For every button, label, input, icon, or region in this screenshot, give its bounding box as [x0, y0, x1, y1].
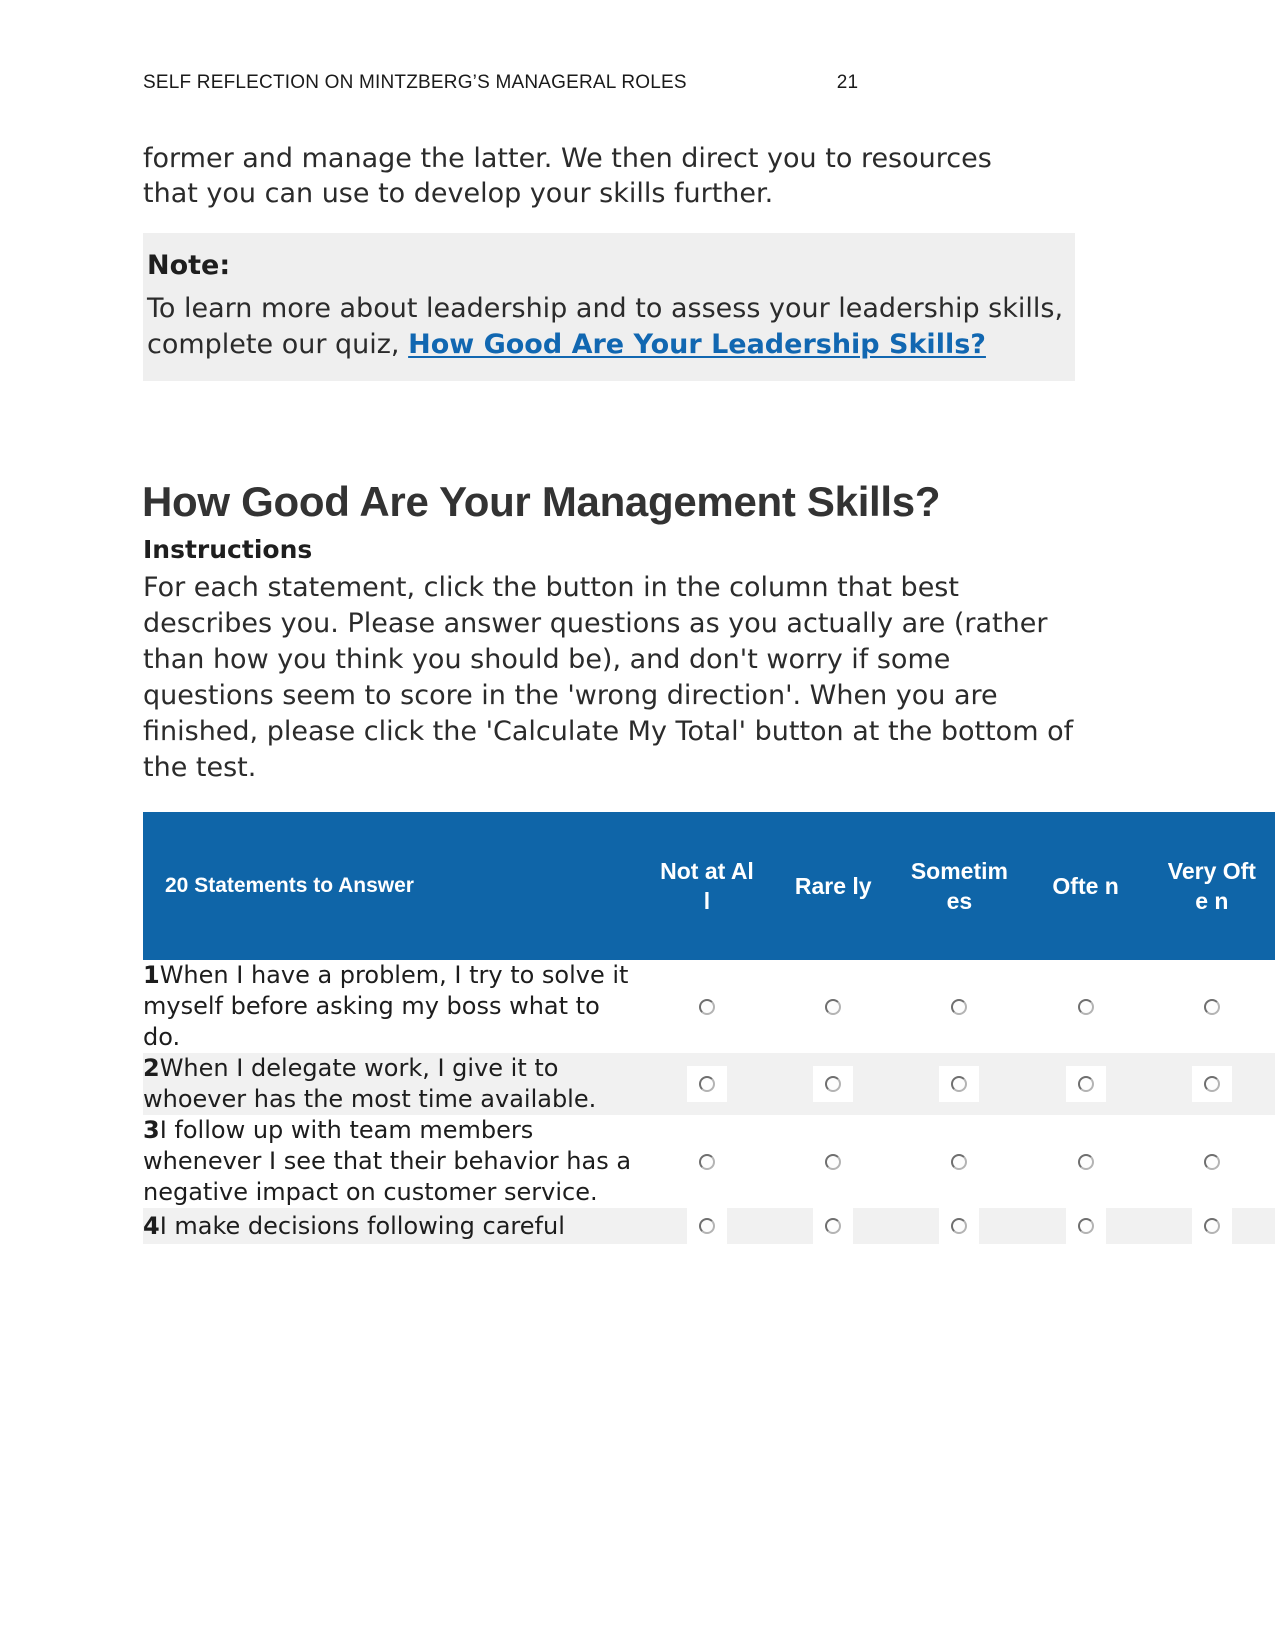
radio-button-icon[interactable]: [951, 1076, 968, 1092]
radio-cell-rarely[interactable]: [770, 960, 897, 1053]
radio-frame: [939, 1144, 979, 1180]
column-header-statements: 20 Statements to Answer: [143, 812, 644, 960]
statement-text: I make decisions following careful: [159, 1211, 565, 1240]
radio-cell-rarely[interactable]: [770, 1053, 897, 1115]
radio-frame: [1192, 1144, 1232, 1180]
page-number: 21: [836, 72, 859, 93]
radio-cell-not-at-all[interactable]: [643, 1208, 771, 1244]
quiz-header-row: 20 Statements to Answer Not at All Rare …: [143, 812, 1275, 960]
radio-button-icon[interactable]: [1203, 1218, 1220, 1234]
statement-number: 2: [143, 1054, 160, 1082]
statement-number: 3: [143, 1116, 160, 1144]
radio-cell-often[interactable]: [1022, 960, 1149, 1053]
radio-frame: [939, 1208, 980, 1244]
radio-frame: [1065, 1066, 1106, 1102]
radio-button-icon[interactable]: [1077, 1153, 1094, 1170]
column-header-often: Ofte n: [1022, 812, 1149, 960]
radio-frame: [687, 1144, 727, 1180]
radio-button-icon[interactable]: [1077, 998, 1094, 1015]
statement-text: I follow up with team members whenever I…: [143, 1116, 632, 1206]
table-row: 3I follow up with team members whenever …: [143, 1115, 1275, 1208]
statement-text: When I delegate work, I give it to whoev…: [143, 1054, 597, 1113]
statement-cell: 2When I delegate work, I give it to whoe…: [143, 1053, 644, 1115]
instructions-title: Instructions: [143, 535, 313, 564]
note-callout: Note: To learn more about leadership and…: [143, 233, 1075, 381]
radio-frame: [813, 1066, 854, 1102]
radio-frame: [1066, 989, 1106, 1025]
radio-frame: [686, 1208, 727, 1244]
radio-button-icon[interactable]: [951, 998, 968, 1015]
radio-cell-not-at-all[interactable]: [643, 1053, 771, 1115]
radio-button-icon[interactable]: [698, 998, 715, 1015]
radio-frame: [1065, 1208, 1106, 1244]
instructions-body: For each statement, click the button in …: [143, 572, 1074, 783]
table-row: 1When I have a problem, I try to solve i…: [143, 960, 1275, 1053]
statement-cell: 4I make decisions following careful: [143, 1208, 644, 1244]
radio-button-icon[interactable]: [825, 998, 842, 1015]
radio-cell-sometimes[interactable]: [896, 1115, 1023, 1208]
page-title: How Good Are Your Management Skills?: [142, 478, 941, 526]
radio-frame: [687, 989, 727, 1025]
radio-cell-sometimes[interactable]: [896, 1208, 1023, 1244]
note-text: To learn more about leadership and to as…: [143, 285, 1075, 363]
note-title: Note:: [147, 250, 231, 281]
radio-cell-not-at-all[interactable]: [643, 960, 771, 1053]
radio-frame: [686, 1066, 727, 1102]
radio-button-icon[interactable]: [698, 1218, 715, 1234]
radio-frame: [813, 989, 853, 1025]
radio-button-icon[interactable]: [1203, 1076, 1220, 1092]
statement-number: 1: [143, 961, 160, 989]
radio-frame: [1191, 1066, 1232, 1102]
statement-cell: 1When I have a problem, I try to solve i…: [143, 960, 644, 1053]
radio-cell-sometimes[interactable]: [896, 960, 1023, 1053]
radio-cell-rarely[interactable]: [770, 1115, 897, 1208]
radio-button-icon[interactable]: [825, 1076, 842, 1092]
column-header-sometimes: Sometim es: [896, 812, 1023, 960]
column-header-very-often: Very Ofte n: [1148, 812, 1275, 960]
radio-cell-often[interactable]: [1022, 1053, 1149, 1115]
radio-frame: [1066, 1144, 1106, 1180]
radio-frame: [813, 1208, 854, 1244]
statement-cell: 3I follow up with team members whenever …: [143, 1115, 644, 1208]
column-header-not-at-all: Not at All: [643, 812, 771, 960]
radio-cell-very-often[interactable]: [1148, 1208, 1275, 1244]
radio-button-icon[interactable]: [698, 1076, 715, 1092]
radio-cell-very-often[interactable]: [1148, 1053, 1275, 1115]
radio-button-icon[interactable]: [825, 1153, 842, 1170]
radio-frame: [939, 1066, 980, 1102]
running-header-title: SELF REFLECTION ON MINTZBERG’S MANAGERAL…: [143, 72, 687, 93]
running-header: SELF REFLECTION ON MINTZBERG’S MANAGERAL…: [143, 72, 1073, 94]
table-row: 2When I delegate work, I give it to whoe…: [143, 1053, 1275, 1115]
radio-cell-very-often[interactable]: [1148, 960, 1275, 1053]
radio-button-icon[interactable]: [1077, 1218, 1094, 1234]
document-page: SELF REFLECTION ON MINTZBERG’S MANAGERAL…: [0, 0, 1275, 1650]
statement-text: When I have a problem, I try to solve it…: [143, 961, 629, 1051]
radio-button-icon[interactable]: [1203, 998, 1220, 1015]
radio-frame: [939, 989, 979, 1025]
leadership-quiz-link[interactable]: How Good Are Your Leadership Skills?: [408, 329, 986, 360]
radio-cell-very-often[interactable]: [1148, 1115, 1275, 1208]
quiz-table-body: 1When I have a problem, I try to solve i…: [143, 960, 1275, 1244]
radio-frame: [1192, 989, 1232, 1025]
radio-button-icon[interactable]: [1077, 1076, 1094, 1092]
quiz-table-header: 20 Statements to Answer Not at All Rare …: [143, 812, 1275, 960]
body-paragraph: former and manage the latter. We then di…: [143, 143, 992, 209]
radio-button-icon[interactable]: [698, 1153, 715, 1170]
quiz-table: 20 Statements to Answer Not at All Rare …: [143, 812, 1275, 1244]
column-header-rarely: Rare ly: [770, 812, 897, 960]
radio-cell-sometimes[interactable]: [896, 1053, 1023, 1115]
radio-cell-often[interactable]: [1022, 1208, 1149, 1244]
radio-cell-often[interactable]: [1022, 1115, 1149, 1208]
radio-button-icon[interactable]: [951, 1153, 968, 1170]
radio-button-icon[interactable]: [1203, 1153, 1220, 1170]
table-row: 4I make decisions following careful: [143, 1208, 1275, 1244]
radio-cell-not-at-all[interactable]: [643, 1115, 771, 1208]
radio-frame: [1191, 1208, 1232, 1244]
radio-frame: [813, 1144, 853, 1180]
radio-button-icon[interactable]: [825, 1218, 842, 1234]
radio-button-icon[interactable]: [951, 1218, 968, 1234]
statement-number: 4: [143, 1211, 160, 1240]
radio-cell-rarely[interactable]: [770, 1208, 897, 1244]
